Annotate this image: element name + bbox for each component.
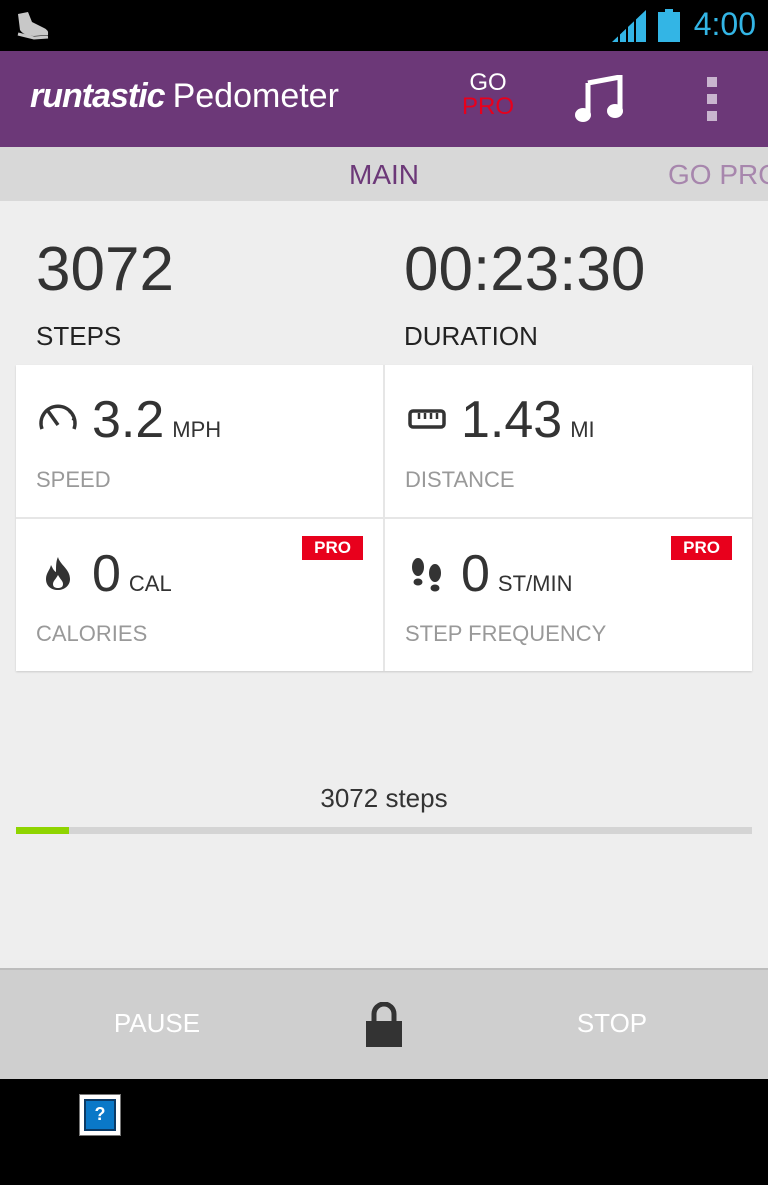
speed-label: SPEED [36, 467, 111, 492]
calories-label: CALORIES [36, 621, 148, 646]
main-content: 3072 STEPS 00:23:30 DURATION 3.2 MPH SPEE… [0, 201, 768, 968]
distance-value-line: 1.43 MI [461, 387, 595, 463]
lock-icon[interactable] [364, 1002, 404, 1048]
speed-unit: MPH [172, 417, 222, 442]
progress-bar [16, 827, 752, 834]
speedometer-icon [39, 404, 77, 430]
progress-label: 3072 steps [320, 783, 448, 813]
signal-icon [612, 10, 646, 42]
ruler-icon [408, 409, 446, 429]
steps-label: STEPS [36, 321, 122, 351]
pause-button[interactable]: PAUSE [0, 1008, 314, 1039]
app-brand: runtastic Pedometer [30, 77, 339, 116]
battery-icon [658, 9, 680, 42]
distance-value: 1.43 [461, 391, 563, 449]
distance-cell: 1.43 MI DISTANCE [385, 365, 752, 517]
navigation-area: ? [0, 1079, 768, 1185]
status-time: 4:00 [693, 6, 756, 42]
tab-bar: MAIN GO PRO [0, 147, 768, 201]
shoe-icon [17, 12, 49, 40]
action-bar: runtastic Pedometer GO PRO [0, 51, 768, 147]
duration-value: 00:23:30 [404, 235, 646, 304]
step-frequency-cell: PRO 0 ST/MIN STEP FREQUENCY [385, 519, 752, 671]
steps-value: 3072 [36, 235, 174, 304]
app-name: Pedometer [172, 77, 339, 115]
step-frequency-value: 0 [461, 545, 490, 603]
status-bar: 4:00 [0, 0, 768, 51]
distance-label: DISTANCE [405, 467, 515, 492]
overflow-menu-icon[interactable] [698, 77, 726, 125]
speed-cell: 3.2 MPH SPEED [16, 365, 383, 517]
stop-button[interactable]: STOP [456, 1008, 768, 1039]
calories-value: 0 [92, 545, 121, 603]
distance-unit: MI [570, 417, 595, 442]
tab-main[interactable]: MAIN [0, 159, 768, 191]
control-bar: PAUSE STOP [0, 968, 768, 1079]
go-pro-button[interactable]: GO PRO [460, 71, 516, 119]
flame-icon [46, 557, 70, 590]
runtastic-logo: runtastic [30, 77, 166, 115]
duration-label: DURATION [404, 321, 538, 351]
speed-value-line: 3.2 MPH [92, 387, 221, 463]
calories-cell: PRO 0 CAL CALORIES [16, 519, 383, 671]
footprints-icon [412, 558, 441, 592]
pro-badge[interactable]: PRO [671, 536, 732, 560]
help-icon[interactable]: ? [79, 1094, 121, 1136]
calories-value-line: 0 CAL [92, 541, 172, 617]
progress-fill [16, 827, 69, 834]
go-pro-bottom-label: PRO [461, 93, 514, 120]
steps-stat: 3072 STEPS [36, 237, 174, 352]
metrics-card: 3.2 MPH SPEED 1.43 MI DISTANCE PRO 0 CAL… [16, 365, 752, 671]
go-pro-top-label: GO [469, 69, 507, 96]
duration-stat: 00:23:30 DURATION [404, 237, 645, 352]
tab-go-pro[interactable]: GO PRO [668, 159, 768, 191]
step-frequency-label: STEP FREQUENCY [405, 621, 607, 646]
speed-value: 3.2 [92, 391, 165, 449]
pro-badge[interactable]: PRO [302, 536, 363, 560]
step-frequency-value-line: 0 ST/MIN [461, 541, 572, 617]
help-glyph: ? [84, 1099, 116, 1131]
step-frequency-unit: ST/MIN [497, 571, 573, 596]
music-note-icon[interactable] [574, 75, 624, 125]
calories-unit: CAL [128, 571, 172, 596]
